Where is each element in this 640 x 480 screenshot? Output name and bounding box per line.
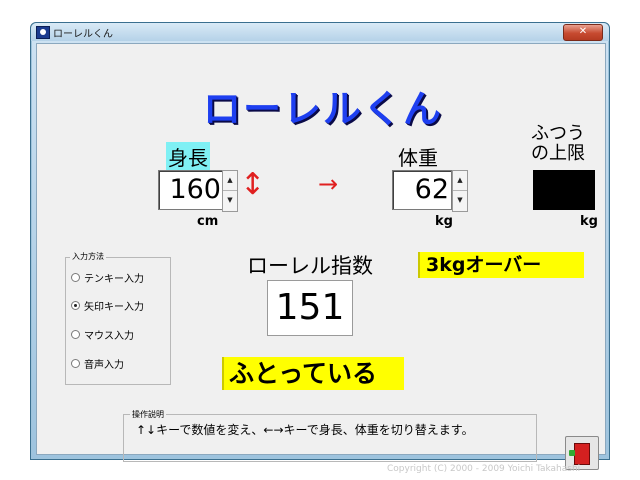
door-exit-icon bbox=[569, 443, 590, 465]
radio-label: 矢印キー入力 bbox=[84, 302, 144, 313]
radio-circle-selected-icon[interactable] bbox=[71, 301, 80, 310]
instructions-text: ↑↓キーで数値を変え、←→キーで身長、体重を切り替えます。 bbox=[136, 423, 474, 437]
up-down-arrow-icon: ↕ bbox=[240, 167, 266, 202]
normal-limit-label-line2: の上限 bbox=[531, 143, 585, 164]
close-button[interactable]: ✕ bbox=[563, 24, 603, 41]
height-input[interactable]: 160 bbox=[158, 170, 224, 210]
height-label: 身長 bbox=[166, 142, 210, 171]
radio-mouse[interactable]: マウス入力 bbox=[71, 327, 134, 342]
height-spinner[interactable]: ▲ ▼ bbox=[222, 170, 238, 212]
normal-limit-label: ふつう の上限 bbox=[531, 124, 585, 164]
result-badge: ふとっている bbox=[222, 357, 404, 390]
radio-circle-icon[interactable] bbox=[71, 330, 80, 339]
rohrer-index-value: 151 bbox=[267, 280, 353, 336]
radio-circle-icon[interactable] bbox=[71, 359, 80, 368]
radio-label: 音声入力 bbox=[84, 360, 124, 371]
height-unit: cm bbox=[197, 214, 219, 229]
copyright-text: Copyright (C) 2000 - 2009 Yoichi Takahas… bbox=[387, 464, 581, 474]
height-spin-down-button[interactable]: ▼ bbox=[223, 191, 237, 210]
title-bar[interactable]: ローレルくん ✕ bbox=[31, 23, 609, 41]
limit-unit: kg bbox=[580, 214, 598, 229]
instructions-group: 操作説明 ↑↓キーで数値を変え、←→キーで身長、体重を切り替えます。 bbox=[123, 409, 537, 462]
radio-tenkey[interactable]: テンキー入力 bbox=[71, 270, 144, 285]
radio-arrow-keys[interactable]: 矢印キー入力 bbox=[71, 298, 144, 313]
weight-spinner[interactable]: ▲ ▼ bbox=[452, 170, 468, 212]
weight-label: 体重 bbox=[398, 146, 438, 170]
input-method-title: 入力方法 bbox=[70, 251, 106, 262]
rohrer-index-title: ローレル指数 bbox=[247, 254, 373, 278]
weight-input[interactable]: 62 bbox=[392, 170, 452, 210]
window-title: ローレルくん bbox=[53, 29, 113, 40]
input-method-group: 入力方法 テンキー入力 矢印キー入力 マウス入力 音声入力 bbox=[65, 251, 171, 385]
radio-label: マウス入力 bbox=[84, 331, 134, 342]
weight-unit: kg bbox=[435, 214, 453, 229]
instructions-title: 操作説明 bbox=[130, 409, 166, 420]
app-window: ローレルくん ✕ ローレルくん 身長 体重 ふつう の上限 160 ▲ ▼ ↕ … bbox=[30, 22, 610, 474]
radio-voice[interactable]: 音声入力 bbox=[71, 356, 124, 371]
radio-circle-icon[interactable] bbox=[71, 273, 80, 282]
weight-spin-up-button[interactable]: ▲ bbox=[453, 171, 467, 191]
normal-limit-label-line1: ふつう bbox=[531, 123, 585, 144]
client-area: ローレルくん 身長 体重 ふつう の上限 160 ▲ ▼ ↕ → 62 ▲ ▼ … bbox=[36, 43, 606, 474]
over-amount-badge: 3kgオーバー bbox=[418, 252, 584, 278]
height-spin-up-button[interactable]: ▲ bbox=[223, 171, 237, 191]
normal-limit-display bbox=[533, 170, 595, 210]
weight-spin-down-button[interactable]: ▼ bbox=[453, 191, 467, 210]
app-icon bbox=[36, 26, 50, 39]
right-arrow-icon: → bbox=[318, 170, 339, 198]
radio-label: テンキー入力 bbox=[84, 274, 144, 285]
app-headline: ローレルくん bbox=[203, 87, 444, 131]
